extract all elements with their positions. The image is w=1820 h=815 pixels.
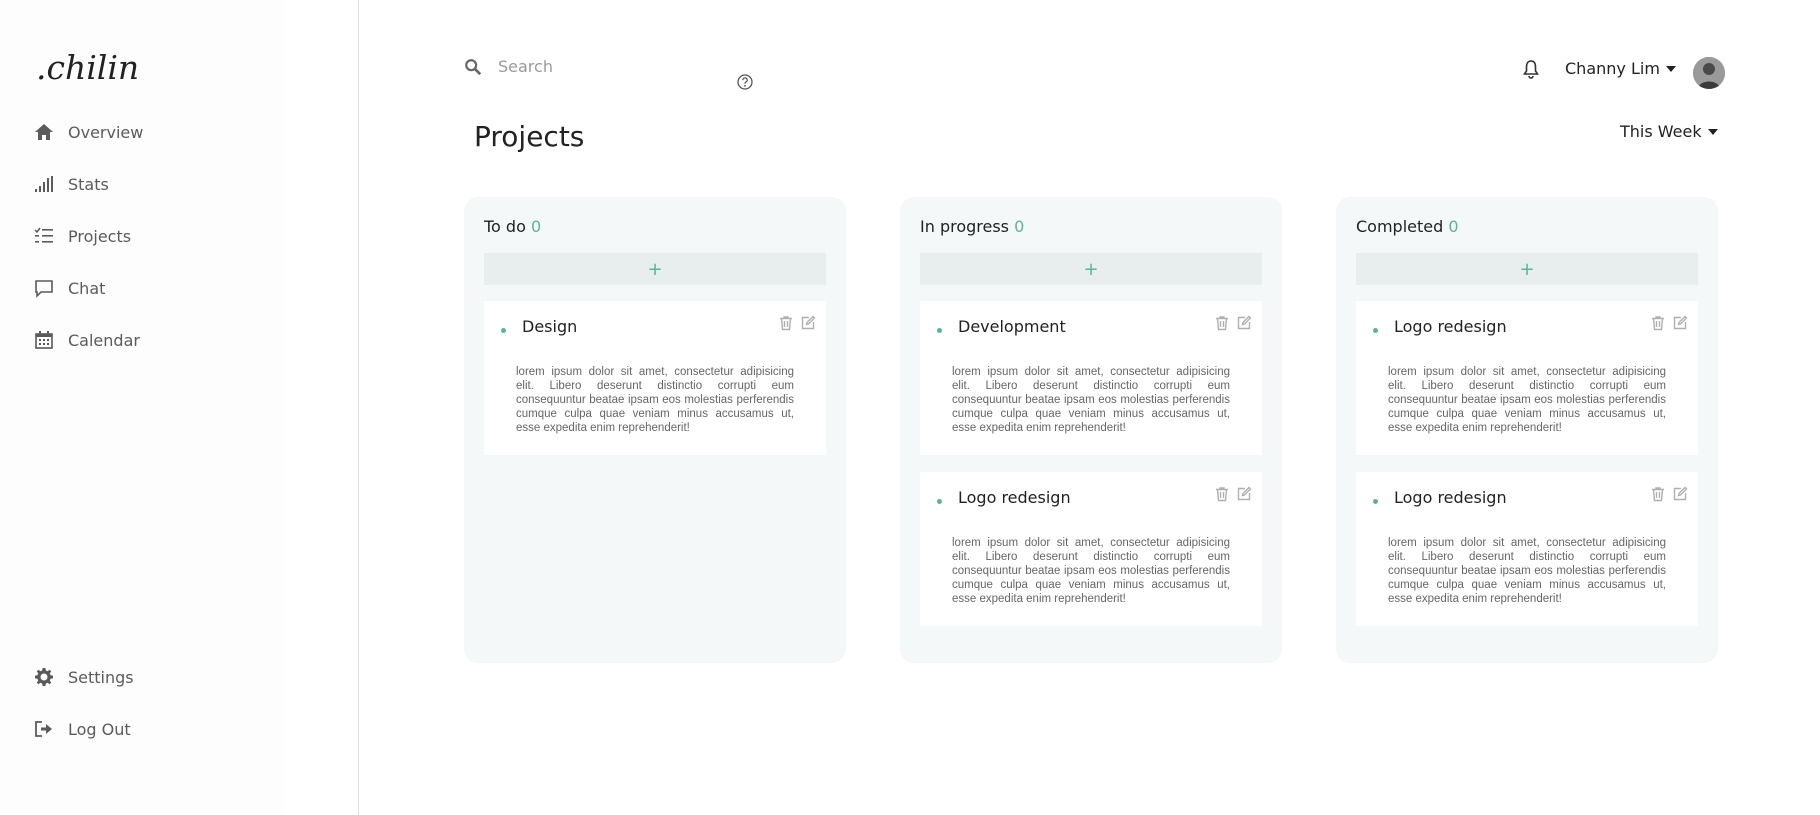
bullet-dot: [1373, 499, 1378, 504]
card-actions: [1650, 486, 1688, 502]
period-filter-dropdown[interactable]: This Week: [1620, 122, 1718, 141]
card-title: Logo redesign: [1394, 317, 1507, 336]
card-title: Logo redesign: [1394, 488, 1507, 507]
task-card[interactable]: Design lorem ipsum dolor sit amet, conse…: [484, 301, 826, 455]
sidebar-item-calendar[interactable]: Calendar: [34, 325, 140, 355]
bullet-dot: [1373, 328, 1378, 333]
column-count: 0: [1014, 217, 1025, 236]
sidebar-item-label: Calendar: [68, 330, 140, 350]
search-bar: [464, 56, 700, 77]
trash-icon[interactable]: [1650, 486, 1666, 502]
task-card[interactable]: Logo redesign lorem ipsum dolor sit amet…: [1356, 472, 1698, 626]
card-actions: [1214, 486, 1252, 502]
brand-logo[interactable]: .chilin: [36, 48, 139, 87]
task-card[interactable]: Logo redesign lorem ipsum dolor sit amet…: [1356, 301, 1698, 455]
trash-icon[interactable]: [1214, 486, 1230, 502]
column-title: In progress: [920, 217, 1010, 236]
edit-icon[interactable]: [1672, 315, 1688, 331]
user-avatar-icon: [1693, 57, 1725, 89]
card-actions: [1214, 315, 1252, 331]
card-description: lorem ipsum dolor sit amet, consectetur …: [1388, 365, 1666, 434]
sidebar-item-overview[interactable]: Overview: [34, 117, 143, 147]
home-icon: [35, 124, 53, 140]
edit-icon[interactable]: [1672, 486, 1688, 502]
card-description: lorem ipsum dolor sit amet, consectetur …: [1388, 536, 1666, 605]
column-count: 0: [530, 217, 542, 236]
help-icon[interactable]: [737, 74, 753, 90]
sidebar-item-label: Settings: [68, 667, 134, 687]
chevron-down-icon: [1665, 65, 1676, 72]
user-name-label: Channy Lim: [1565, 59, 1660, 78]
card-title: Design: [522, 317, 578, 336]
sidebar-item-stats[interactable]: Stats: [34, 169, 109, 199]
edit-icon[interactable]: [1236, 315, 1252, 331]
user-menu[interactable]: Channy Lim: [1565, 59, 1676, 78]
sidebar-item-label: Projects: [68, 226, 132, 246]
logout-icon: [35, 721, 52, 737]
sidebar-item-label: Chat: [68, 278, 106, 298]
sidebar-divider: [358, 0, 359, 815]
column-todo: To do 0 + Design lorem ipsum dolor sit a…: [464, 197, 846, 663]
column-header: Completed 0: [1356, 217, 1459, 236]
task-list-icon: [34, 227, 53, 243]
column-count: 0: [1448, 217, 1459, 236]
task-card[interactable]: Logo redesign lorem ipsum dolor sit amet…: [920, 472, 1262, 626]
column-in-progress: In progress 0 + Development lorem ipsum …: [900, 197, 1282, 663]
add-card-button[interactable]: +: [1356, 253, 1698, 285]
edit-icon[interactable]: [800, 315, 816, 331]
sidebar-item-label: Overview: [68, 122, 144, 142]
search-input[interactable]: [496, 56, 700, 77]
column-completed: Completed 0 + Logo redesign lorem ipsum …: [1336, 197, 1718, 663]
bullet-dot: [501, 328, 506, 333]
period-filter-label: This Week: [1620, 122, 1702, 141]
card-description: lorem ipsum dolor sit amet, consectetur …: [516, 365, 794, 434]
task-card[interactable]: Development lorem ipsum dolor sit amet, …: [920, 301, 1262, 455]
card-title: Development: [958, 317, 1066, 336]
add-card-button[interactable]: +: [920, 253, 1262, 285]
card-actions: [1650, 315, 1688, 331]
page-title: Projects: [474, 120, 585, 153]
card-actions: [778, 315, 816, 331]
column-header: To do 0: [484, 217, 541, 236]
trash-icon[interactable]: [1214, 315, 1230, 331]
calendar-icon: [35, 331, 53, 349]
card-description: lorem ipsum dolor sit amet, consectetur …: [952, 536, 1230, 605]
bell-icon[interactable]: [1522, 59, 1540, 79]
column-header: In progress 0: [920, 217, 1024, 236]
card-title: Logo redesign: [958, 488, 1071, 507]
sidebar-item-settings[interactable]: Settings: [34, 662, 134, 692]
sidebar-item-projects[interactable]: Projects: [34, 221, 131, 251]
avatar[interactable]: [1693, 57, 1725, 89]
bullet-dot: [937, 328, 942, 333]
search-icon[interactable]: [464, 58, 482, 76]
gear-icon: [35, 668, 53, 686]
chevron-down-icon: [1707, 128, 1718, 135]
sidebar: .chilin Overview Stats Projects Chat Cal…: [0, 0, 284, 815]
sidebar-item-label: Stats: [68, 174, 109, 194]
column-title: Completed: [1356, 217, 1444, 236]
sidebar-item-chat[interactable]: Chat: [34, 273, 105, 303]
trash-icon[interactable]: [778, 315, 794, 331]
trash-icon[interactable]: [1650, 315, 1666, 331]
add-card-button[interactable]: +: [484, 253, 826, 285]
card-description: lorem ipsum dolor sit amet, consectetur …: [952, 365, 1230, 434]
sidebar-item-logout[interactable]: Log Out: [34, 714, 131, 744]
bar-chart-icon: [35, 176, 53, 192]
bullet-dot: [937, 499, 942, 504]
edit-icon[interactable]: [1236, 486, 1252, 502]
chat-bubble-icon: [35, 280, 53, 298]
column-title: To do: [484, 217, 526, 236]
sidebar-item-label: Log Out: [68, 719, 131, 739]
